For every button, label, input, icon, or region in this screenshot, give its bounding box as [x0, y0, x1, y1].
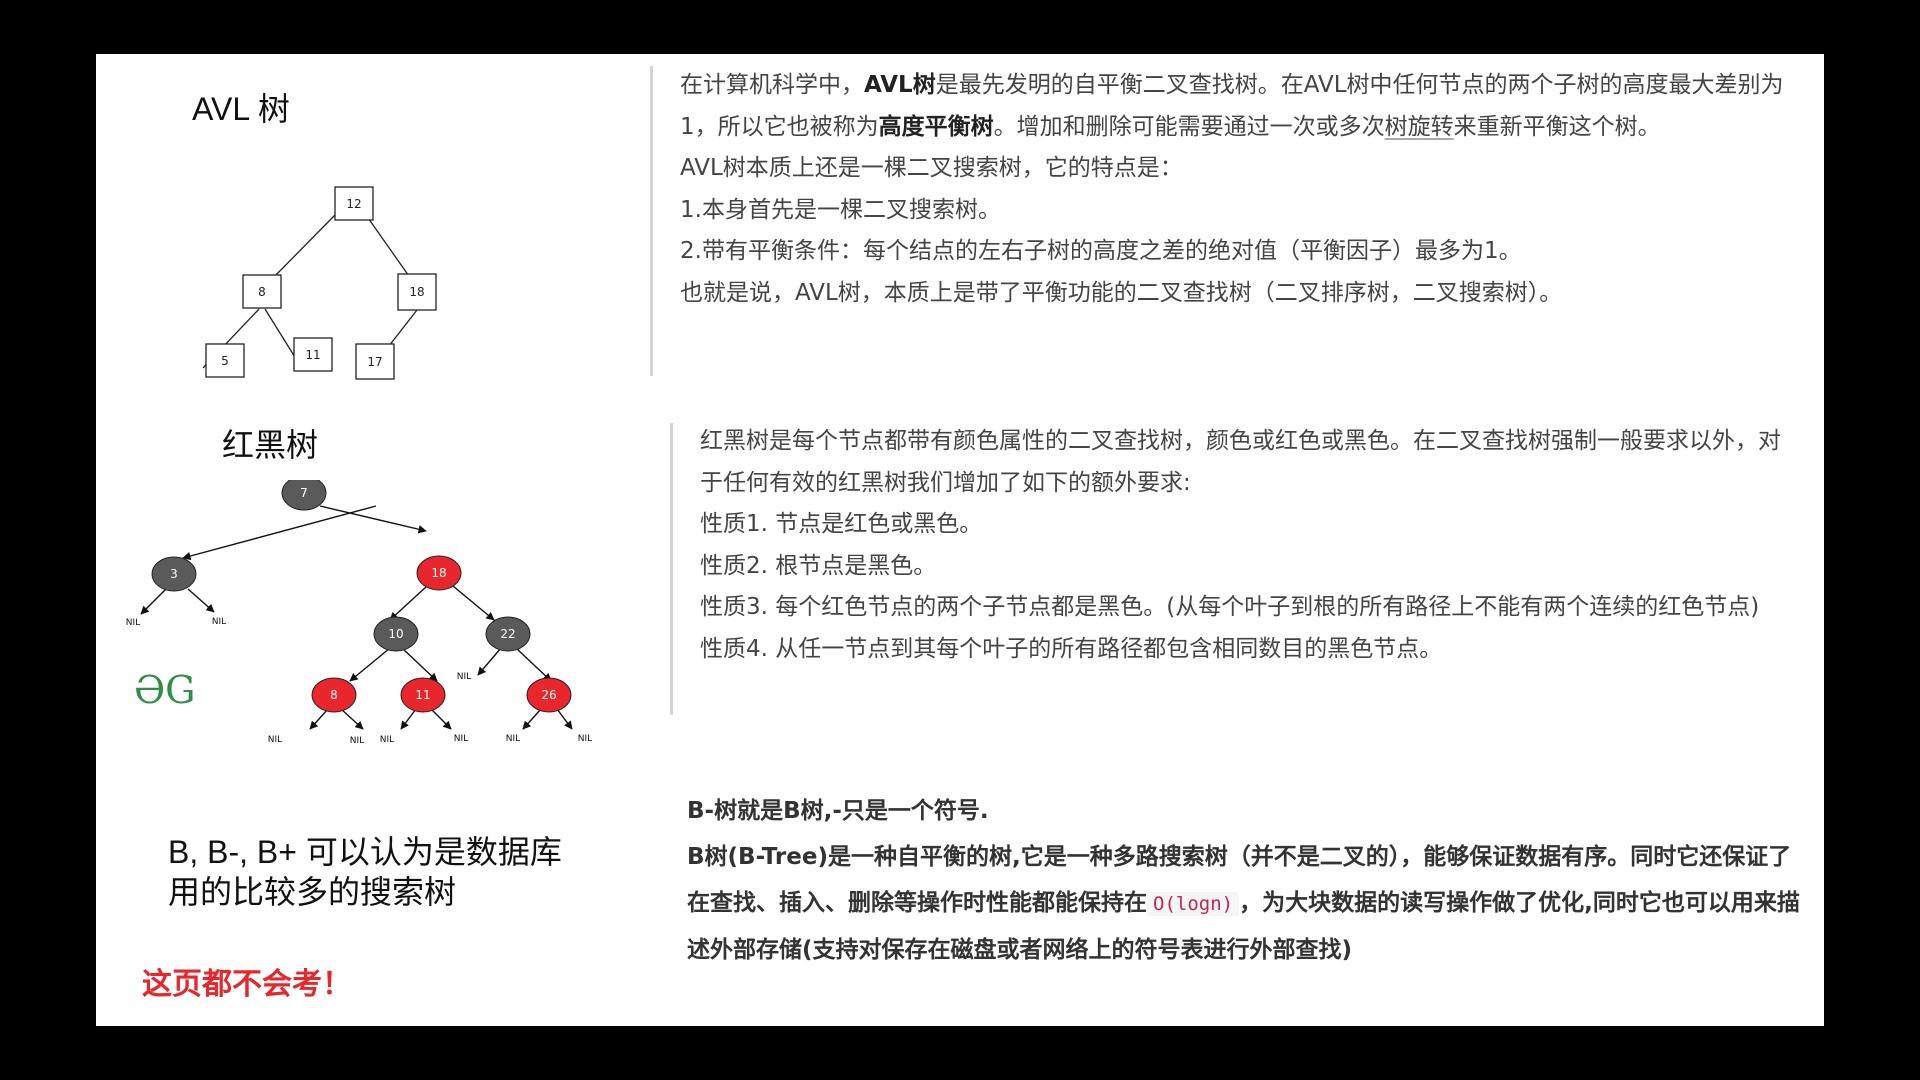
avl-quote-bar: [650, 66, 653, 376]
btree-description: B-树就是B树,-只是一个符号. B树(B-Tree)是一种自平衡的树,它是一种…: [687, 788, 1807, 973]
rbt-label-18: 18: [431, 566, 446, 580]
nil-leaf: NIL: [457, 672, 471, 682]
btree-paragraph: B树(B-Tree)是一种自平衡的树,它是一种多路搜索树（并不是二叉的），能够保…: [687, 844, 1800, 963]
nil-leaf: NIL: [350, 736, 364, 746]
big-o-code: O(logn): [1147, 892, 1240, 916]
nil-leaf: NIL: [578, 734, 592, 744]
avl-bold-term: AVL树: [864, 72, 936, 98]
avl-title: AVL 树: [192, 91, 290, 127]
avl-label-5: 5: [221, 354, 229, 368]
nil-leaf: NIL: [268, 735, 282, 745]
nil-leaf: NIL: [506, 734, 520, 744]
rbt-label-10: 10: [388, 627, 403, 641]
avl-line-4: 也就是说，AVL树，本质上是带了平衡功能的二叉查找树（二叉排序树，二叉搜索树）。: [680, 279, 1563, 306]
avl-label-18: 18: [409, 285, 424, 299]
height-balanced-term: 高度平衡树: [878, 113, 994, 140]
avl-description: 在计算机科学中，AVL树是最先发明的自平衡二叉查找树。在AVL树中任何节点的两个…: [680, 65, 1800, 314]
nil-leaf: NIL: [380, 735, 394, 745]
rbt-label-8: 8: [330, 688, 338, 702]
rbt-tree-diagram: 7 3 18 10 22 8 11 26 NIL NIL NIL NIL NIL…: [126, 480, 592, 746]
nil-leaf: NIL: [212, 617, 226, 627]
nil-leaf: NIL: [454, 734, 468, 744]
rbt-property-2: 性质2. 根节点是黑色。: [700, 552, 937, 579]
rbt-property-4: 性质4. 从任一节点到其每个叶子的所有路径都包含相同数目的黑色节点。: [700, 635, 1443, 662]
btree-note: B, B-, B+ 可以认为是数据库用的比较多的搜索树: [168, 834, 562, 910]
avl-line-1: AVL树本质上还是一棵二叉搜索树，它的特点是：: [680, 155, 1183, 181]
avl-label-11: 11: [305, 348, 320, 362]
avl-paragraph: 在计算机科学中，AVL树是最先发明的自平衡二叉查找树。在AVL树中任何节点的两个…: [680, 72, 1784, 140]
avl-line-2: 1.本身首先是一棵二叉搜索树。: [680, 196, 1001, 223]
rbt-description: 红黑树是每个节点都带有颜色属性的二叉查找树，颜色或红色或黑色。在二叉查找树强制一…: [700, 421, 1800, 670]
avl-line-3: 2.带有平衡条件：每个结点的左右子树的高度之差的绝对值（平衡因子）最多为1。: [680, 238, 1522, 264]
rbt-property-1: 性质1. 节点是红色或黑色。: [700, 511, 983, 537]
rbt-quote-bar: [670, 423, 673, 715]
avl-tree-diagram: 12 8 18 5 11 17 4: [202, 186, 437, 380]
tree-rotation-link[interactable]: 树旋转: [1385, 114, 1454, 140]
rbt-label-3: 3: [170, 567, 178, 581]
rbt-paragraph: 红黑树是每个节点都带有颜色属性的二叉查找树，颜色或红色或黑色。在二叉查找树强制一…: [700, 428, 1781, 496]
avl-label-8: 8: [258, 285, 266, 299]
rbt-label-7: 7: [300, 486, 308, 500]
rbt-nodes: [151, 480, 572, 713]
btree-line-1: B-树就是B树,-只是一个符号.: [687, 798, 989, 824]
avl-label-17: 17: [367, 355, 382, 369]
rbt-property-3: 性质3. 每个红色节点的两个子节点都是黑色。(从每个叶子到根的所有路径上不能有两…: [700, 594, 1760, 620]
rbt-label-22: 22: [500, 627, 515, 641]
rbt-label-11: 11: [415, 688, 430, 702]
slide: AVL 树 12 8 18 5 11 17 4: [96, 54, 1824, 1026]
rbt-label-26: 26: [541, 688, 556, 702]
nil-leaf: NIL: [126, 618, 140, 628]
avl-label-12: 12: [346, 197, 361, 211]
exam-warning: 这页都不会考！: [142, 967, 352, 1002]
rbt-title: 红黑树: [222, 427, 319, 463]
